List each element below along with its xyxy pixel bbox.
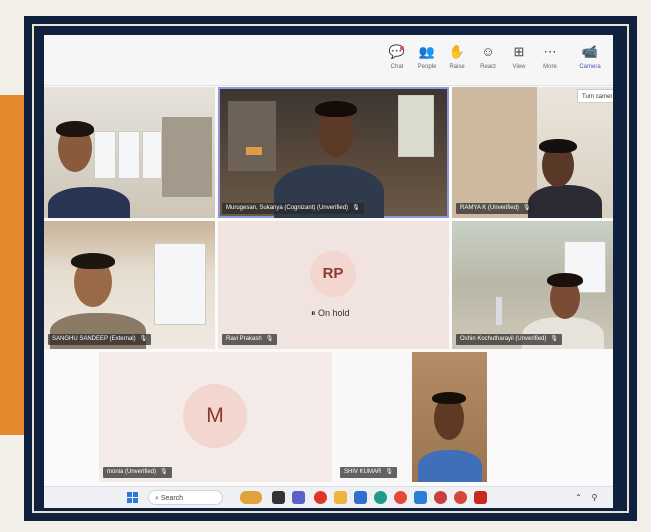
mic-muted-icon: 🎙 [160,469,168,475]
chrome-icon[interactable] [394,491,407,504]
windows-taskbar: ⌕ Search ⌃ ⚲ [44,486,613,508]
view-icon: ⊞ [513,44,525,59]
raise-hand-button[interactable]: ✋ Raise [442,42,472,82]
participant-body [48,187,130,218]
participant-name: monia (Unverified) [107,469,157,475]
participant-name-badge: monia (Unverified) 🎙 [103,467,172,478]
mic-muted-icon: 🎙 [550,336,558,342]
participant-body [528,185,602,218]
chrome-icon-3[interactable] [454,491,467,504]
avatar: M [183,384,247,448]
participant-tile-5[interactable]: RP ⏸ On hold Ravi Prakash 🎙 [218,221,449,349]
background-window [154,243,206,325]
vscode-icon[interactable] [414,491,427,504]
raise-label: Raise [449,64,465,70]
participant-tile-4[interactable]: SANGHU SANDEEP (External) 🎙 [44,221,215,349]
taskbar-search[interactable]: ⌕ Search [148,490,223,505]
chat-notification-dot [400,46,404,50]
pause-icon: ⏸ [311,308,316,318]
participant-hair [432,392,466,404]
camera-tooltip: Turn camera [577,89,613,103]
teams-icon[interactable] [292,491,305,504]
more-button[interactable]: ⋯ More [535,42,565,82]
participant-tile-7[interactable]: M monia (Unverified) 🎙 [99,352,332,482]
pdf-reader-icon[interactable] [474,491,487,504]
react-button[interactable]: ☺ React [473,42,503,82]
start-button[interactable] [127,492,139,504]
participant-tile-2[interactable]: Murugesan, Sukanya (Cognizant) (Unverifi… [218,87,449,218]
chat-button[interactable]: 💬 Chat [382,42,412,82]
participant-hair [315,101,357,117]
participant-name: Oshin Kochutharayil (Unverified) [460,336,547,342]
participant-name-badge: Oshin Kochutharayil (Unverified) 🎙 [456,334,562,345]
people-icon: 👥 [418,44,436,59]
camera-button[interactable]: 📹 Camera [575,42,605,82]
participant-tile-6[interactable]: Oshin Kochutharayil (Unverified) 🎙 [452,221,613,349]
teams-meeting-window: 💬 Chat 👥 People ✋ Raise ☺ React ⊞ View ⋯… [44,35,613,508]
participant-body [418,450,482,482]
participant-name-badge: Ravi Prakash 🎙 [222,334,278,345]
participant-name: SANGHU SANDEEP (External) [52,336,136,342]
opera-icon[interactable] [314,491,327,504]
participant-hair [547,273,583,287]
search-icon: ⌕ [155,495,159,502]
participant-name: RAMYA K (Unverified) [460,205,519,211]
view-label: View [512,64,526,70]
more-label: More [543,64,557,70]
mic-muted-icon: 🎙 [385,469,393,475]
mic-muted-icon: 🎙 [352,205,360,211]
participant-hair [71,253,115,269]
react-label: React [480,64,496,70]
background-window [94,131,116,179]
search-placeholder: Search [160,495,184,502]
participant-name: Ravi Prakash [226,336,262,342]
participant-name-badge: Murugesan, Sukanya (Cognizant) (Unverifi… [222,203,364,214]
participant-name: SHIV KUMAR [344,469,382,475]
participant-tile-1[interactable] [44,87,215,218]
chrome-icon-2[interactable] [434,491,447,504]
on-hold-label: On hold [318,308,350,318]
camera-icon: 📹 [581,44,599,59]
background-stone-wall [228,101,276,171]
mic-muted-icon: 🎙 [139,336,148,342]
windows-logo-icon [127,492,132,497]
background-wall [162,117,212,197]
network-icon[interactable]: ⚲ [588,491,601,504]
chevron-up-icon[interactable]: ⌃ [572,491,585,504]
background-window [118,131,140,179]
chat-label: Chat [390,64,404,70]
participant-tile-8[interactable]: SHIV KUMAR 🎙 [336,352,487,482]
chat-icon: 💬 [388,44,406,59]
participant-name-badge: SHIV KUMAR 🎙 [340,467,397,478]
store-icon[interactable] [354,491,367,504]
raise-hand-icon: ✋ [448,44,466,59]
react-icon: ☺ [481,44,495,59]
avatar: RP [310,251,356,297]
participant-tile-3[interactable]: RAMYA K (Unverified) 🎙 [452,87,613,218]
file-explorer-icon[interactable] [334,491,347,504]
edge-icon[interactable] [374,491,387,504]
meeting-toolbar: 💬 Chat 👥 People ✋ Raise ☺ React ⊞ View ⋯… [44,35,613,86]
background-door [452,87,537,218]
participant-name: Murugesan, Sukanya (Cognizant) (Unverifi… [226,205,349,211]
mic-muted-icon: 🎙 [522,205,531,211]
participant-hair [56,121,94,137]
participant-hair [539,139,577,153]
camera-label: Camera [579,64,601,70]
view-button[interactable]: ⊞ View [504,42,534,82]
more-icon: ⋯ [543,44,557,59]
background-window [398,95,434,157]
background-bottle [496,297,502,325]
participant-name-badge: SANGHU SANDEEP (External) 🎙 [48,334,152,345]
widgets-icon[interactable] [240,491,262,504]
participant-name-badge: RAMYA K (Unverified) 🎙 [456,203,535,214]
people-button[interactable]: 👥 People [412,42,442,82]
background-fireplace [246,147,262,155]
task-view-icon[interactable] [272,491,285,504]
background-window [142,131,162,179]
people-label: People [417,64,437,70]
decorative-orange-bar [0,95,24,435]
mic-muted-icon: 🎙 [265,336,274,342]
on-hold-status: ⏸ On hold [311,308,350,319]
